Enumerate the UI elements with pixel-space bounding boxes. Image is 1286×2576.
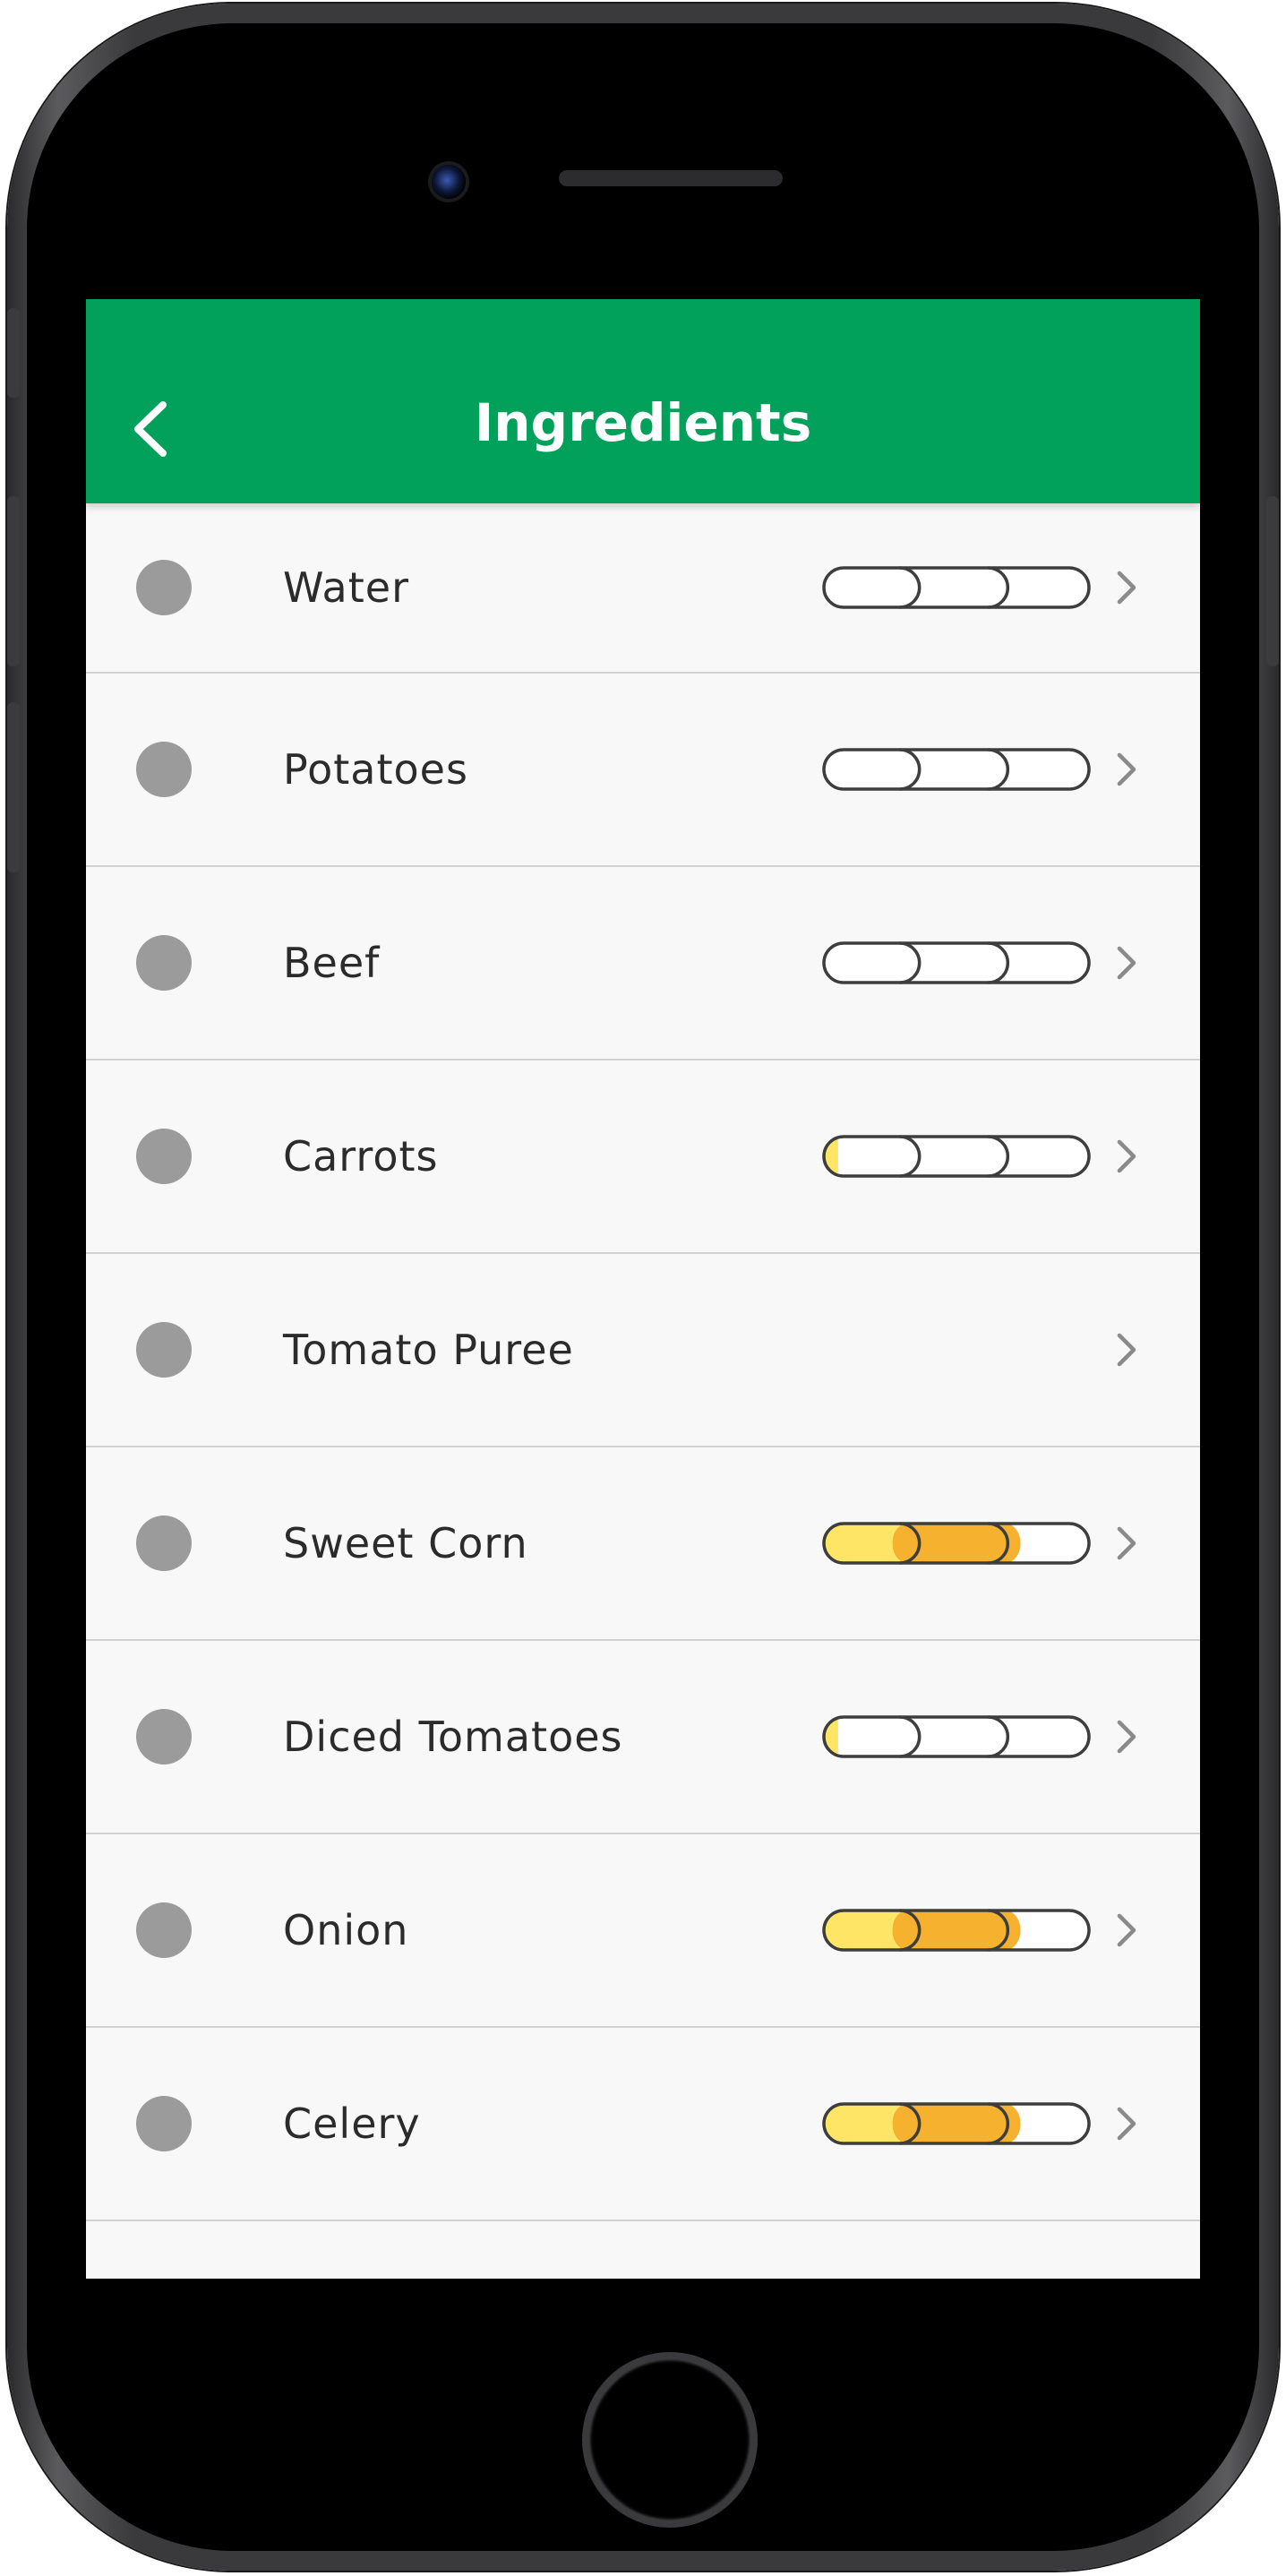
level-meter	[822, 1909, 1091, 1952]
status-dot	[136, 2096, 192, 2151]
ingredient-name: Celery	[283, 2099, 421, 2148]
home-button[interactable]	[582, 2352, 758, 2528]
list-item[interactable]: Onion	[86, 1834, 1200, 2028]
app-bar: Ingredients	[86, 299, 1200, 503]
page-title: Ingredients	[474, 392, 812, 453]
list-item[interactable]: Tomato Puree	[86, 1254, 1200, 1447]
chevron-right-icon	[1117, 571, 1136, 605]
list-item[interactable]: Sweet Corn	[86, 1447, 1200, 1641]
status-dot	[136, 1322, 192, 1378]
power-button	[1266, 496, 1279, 666]
app-screen: Ingredients Water Potatoes Beef Carrots Toma…	[86, 299, 1200, 2279]
ingredient-name: Sweet Corn	[283, 1519, 528, 1567]
list-item[interactable]: Beef	[86, 867, 1200, 1060]
ingredient-name: Diced Tomatoes	[283, 1713, 623, 1761]
status-dot	[136, 935, 192, 991]
list-item[interactable]: Carrots	[86, 1060, 1200, 1254]
ingredient-name: Water	[283, 563, 409, 612]
chevron-right-icon	[1117, 1139, 1136, 1173]
list-item[interactable]: Diced Tomatoes	[86, 1641, 1200, 1834]
chevron-right-icon	[1117, 946, 1136, 980]
status-dot	[136, 1129, 192, 1184]
level-meter	[822, 1715, 1091, 1758]
status-dot	[136, 1902, 192, 1958]
chevron-right-icon	[1117, 1913, 1136, 1947]
level-meter	[822, 748, 1091, 791]
chevron-right-icon	[1117, 752, 1136, 786]
ingredient-name: Potatoes	[283, 745, 468, 794]
list-item[interactable]: Water	[86, 503, 1200, 674]
status-dot	[136, 1709, 192, 1765]
front-camera	[432, 165, 466, 199]
chevron-right-icon	[1117, 1333, 1136, 1367]
silent-switch	[7, 308, 20, 398]
ingredient-name: Onion	[283, 1906, 409, 1954]
chevron-right-icon	[1117, 1720, 1136, 1754]
level-meter	[822, 941, 1091, 984]
list-item[interactable]: Celery	[86, 2028, 1200, 2221]
level-meter	[822, 566, 1091, 609]
status-dot	[136, 560, 192, 615]
ingredient-name: Tomato Puree	[283, 1326, 574, 1374]
volume-up-button	[7, 496, 20, 666]
level-meter	[822, 1522, 1091, 1565]
volume-down-button	[7, 702, 20, 872]
ingredient-list: Water Potatoes Beef Carrots Tomato Puree Swee…	[86, 503, 1200, 2221]
ingredient-name: Carrots	[283, 1132, 439, 1181]
earpiece-speaker	[559, 170, 783, 186]
list-item[interactable]: Potatoes	[86, 674, 1200, 867]
level-meter	[822, 1135, 1091, 1178]
status-dot	[136, 1516, 192, 1571]
ingredient-name: Beef	[283, 939, 381, 987]
status-dot	[136, 742, 192, 797]
chevron-right-icon	[1117, 2107, 1136, 2141]
level-meter	[822, 2102, 1091, 2145]
chevron-right-icon	[1117, 1526, 1136, 1560]
